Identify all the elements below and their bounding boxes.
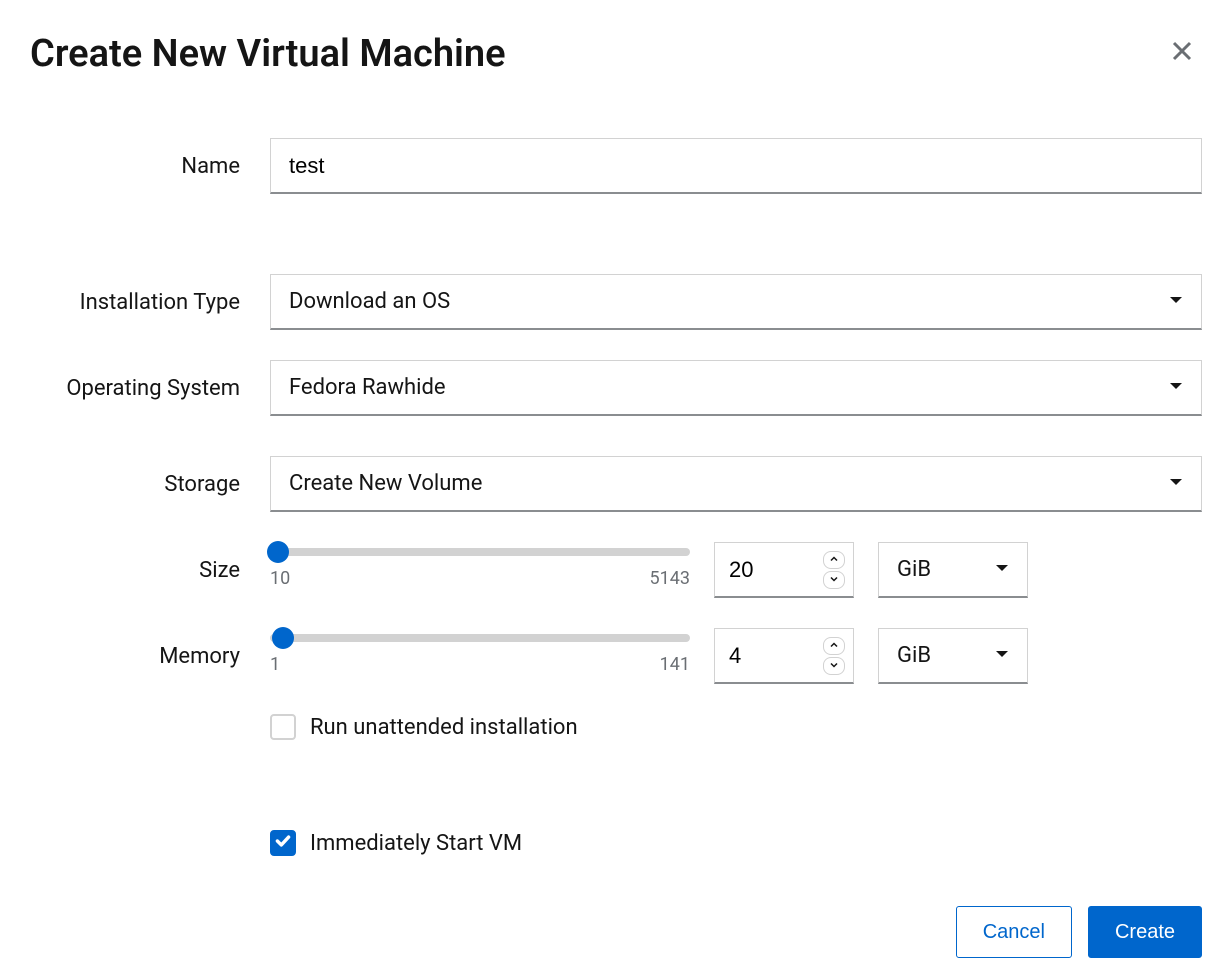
memory-label: Memory bbox=[30, 644, 270, 669]
immediate-start-checkbox[interactable] bbox=[270, 830, 296, 856]
installation-type-select[interactable]: Download an OS bbox=[270, 274, 1202, 330]
size-increment-button[interactable] bbox=[823, 551, 845, 569]
chevron-down-icon bbox=[830, 661, 838, 670]
storage-value: Create New Volume bbox=[270, 456, 1202, 512]
size-input[interactable] bbox=[715, 543, 823, 596]
storage-label: Storage bbox=[30, 472, 270, 497]
chevron-down-icon bbox=[830, 575, 838, 584]
memory-min-label: 1 bbox=[270, 654, 280, 675]
memory-unit-select[interactable]: GiB bbox=[878, 628, 1028, 684]
operating-system-label: Operating System bbox=[30, 376, 270, 401]
installation-type-label: Installation Type bbox=[30, 290, 270, 315]
memory-slider[interactable] bbox=[270, 628, 690, 648]
unattended-label[interactable]: Run unattended installation bbox=[310, 715, 578, 740]
memory-slider-thumb[interactable] bbox=[272, 627, 294, 649]
size-max-label: 5143 bbox=[650, 568, 690, 589]
close-icon bbox=[1170, 38, 1194, 70]
installation-type-value: Download an OS bbox=[270, 274, 1202, 330]
memory-input[interactable] bbox=[715, 629, 823, 682]
size-decrement-button[interactable] bbox=[823, 571, 845, 589]
size-unit-value: GiB bbox=[878, 542, 1028, 598]
dialog-title: Create New Virtual Machine bbox=[30, 32, 506, 76]
create-button[interactable]: Create bbox=[1088, 906, 1202, 958]
memory-increment-button[interactable] bbox=[823, 637, 845, 655]
memory-max-label: 141 bbox=[660, 654, 690, 675]
size-slider-thumb[interactable] bbox=[267, 541, 289, 563]
size-unit-select[interactable]: GiB bbox=[878, 542, 1028, 598]
operating-system-value: Fedora Rawhide bbox=[270, 360, 1202, 416]
size-label: Size bbox=[30, 558, 270, 583]
immediate-start-label[interactable]: Immediately Start VM bbox=[310, 831, 522, 856]
storage-select[interactable]: Create New Volume bbox=[270, 456, 1202, 512]
memory-decrement-button[interactable] bbox=[823, 657, 845, 675]
check-icon bbox=[274, 832, 292, 854]
chevron-up-icon bbox=[830, 641, 838, 650]
name-label: Name bbox=[30, 154, 270, 179]
close-button[interactable] bbox=[1162, 30, 1202, 78]
chevron-up-icon bbox=[830, 555, 838, 564]
operating-system-select[interactable]: Fedora Rawhide bbox=[270, 360, 1202, 416]
size-min-label: 10 bbox=[270, 568, 290, 589]
memory-unit-value: GiB bbox=[878, 628, 1028, 684]
cancel-button[interactable]: Cancel bbox=[956, 906, 1072, 958]
size-slider[interactable] bbox=[270, 542, 690, 562]
unattended-checkbox[interactable] bbox=[270, 714, 296, 740]
name-input[interactable] bbox=[270, 138, 1202, 194]
